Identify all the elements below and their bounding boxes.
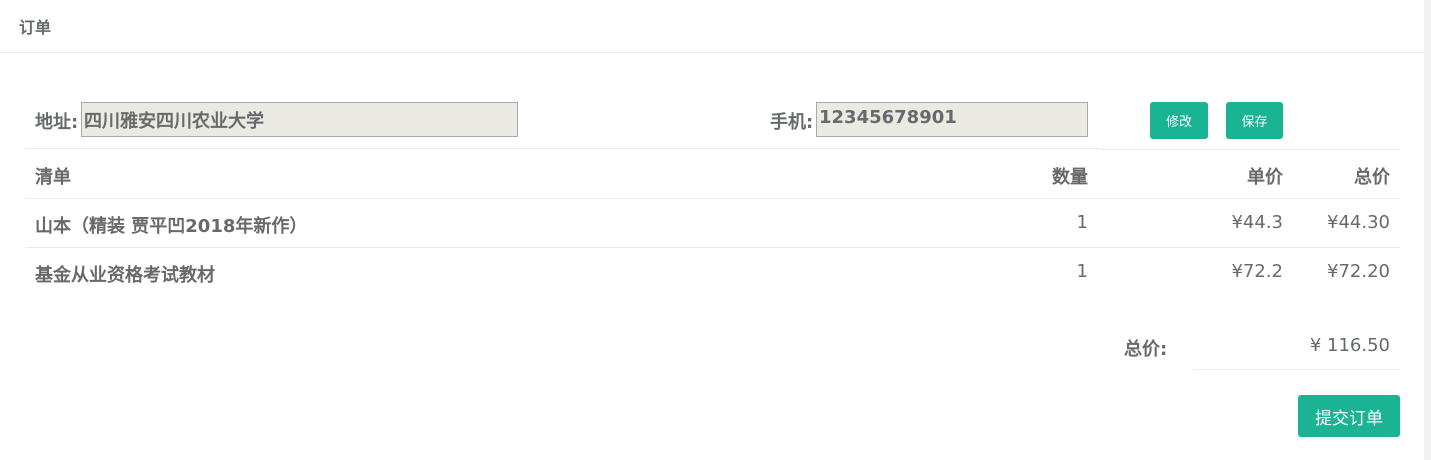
row-2-qty: 1 <box>1076 261 1088 282</box>
save-button[interactable]: 保存 <box>1226 102 1283 139</box>
edit-button[interactable]: 修改 <box>1150 102 1208 139</box>
vertical-scrollbar[interactable] <box>1424 0 1431 460</box>
row-1-qty: 1 <box>1076 212 1088 233</box>
row-1-item: 山本（精装 贾平凹2018年新作） <box>35 216 308 237</box>
header-item: 清单 <box>35 167 71 188</box>
header-unit-price: 单价 <box>1247 167 1283 188</box>
table-top-border <box>25 148 1100 149</box>
row-1-unit-price: ¥44.3 <box>1231 212 1283 233</box>
header-total: 总价 <box>1354 167 1390 188</box>
row-2-item: 基金从业资格考试教材 <box>35 265 215 286</box>
phone-label: 手机: <box>770 112 814 133</box>
grand-total-label: 总价: <box>1124 339 1168 360</box>
phone-field[interactable]: 12345678901 <box>816 102 1088 137</box>
row-2-unit-price: ¥72.2 <box>1231 261 1283 282</box>
row-1-total: ¥44.30 <box>1327 212 1390 233</box>
table-header-divider <box>25 198 1400 199</box>
grand-total-value: ¥ 116.50 <box>1309 335 1390 356</box>
submit-order-button[interactable]: 提交订单 <box>1298 395 1400 437</box>
panel-title: 订单 <box>19 18 52 37</box>
address-field[interactable]: 四川雅安四川农业大学 <box>81 102 518 137</box>
row-2-total: ¥72.20 <box>1327 261 1390 282</box>
panel-header: 订单 <box>0 0 1424 53</box>
header-qty: 数量 <box>1052 167 1088 188</box>
grand-total-underline <box>1193 369 1400 370</box>
table-row-divider <box>25 247 1400 248</box>
table-top-border-right <box>1100 149 1400 150</box>
address-label: 地址: <box>35 112 79 133</box>
